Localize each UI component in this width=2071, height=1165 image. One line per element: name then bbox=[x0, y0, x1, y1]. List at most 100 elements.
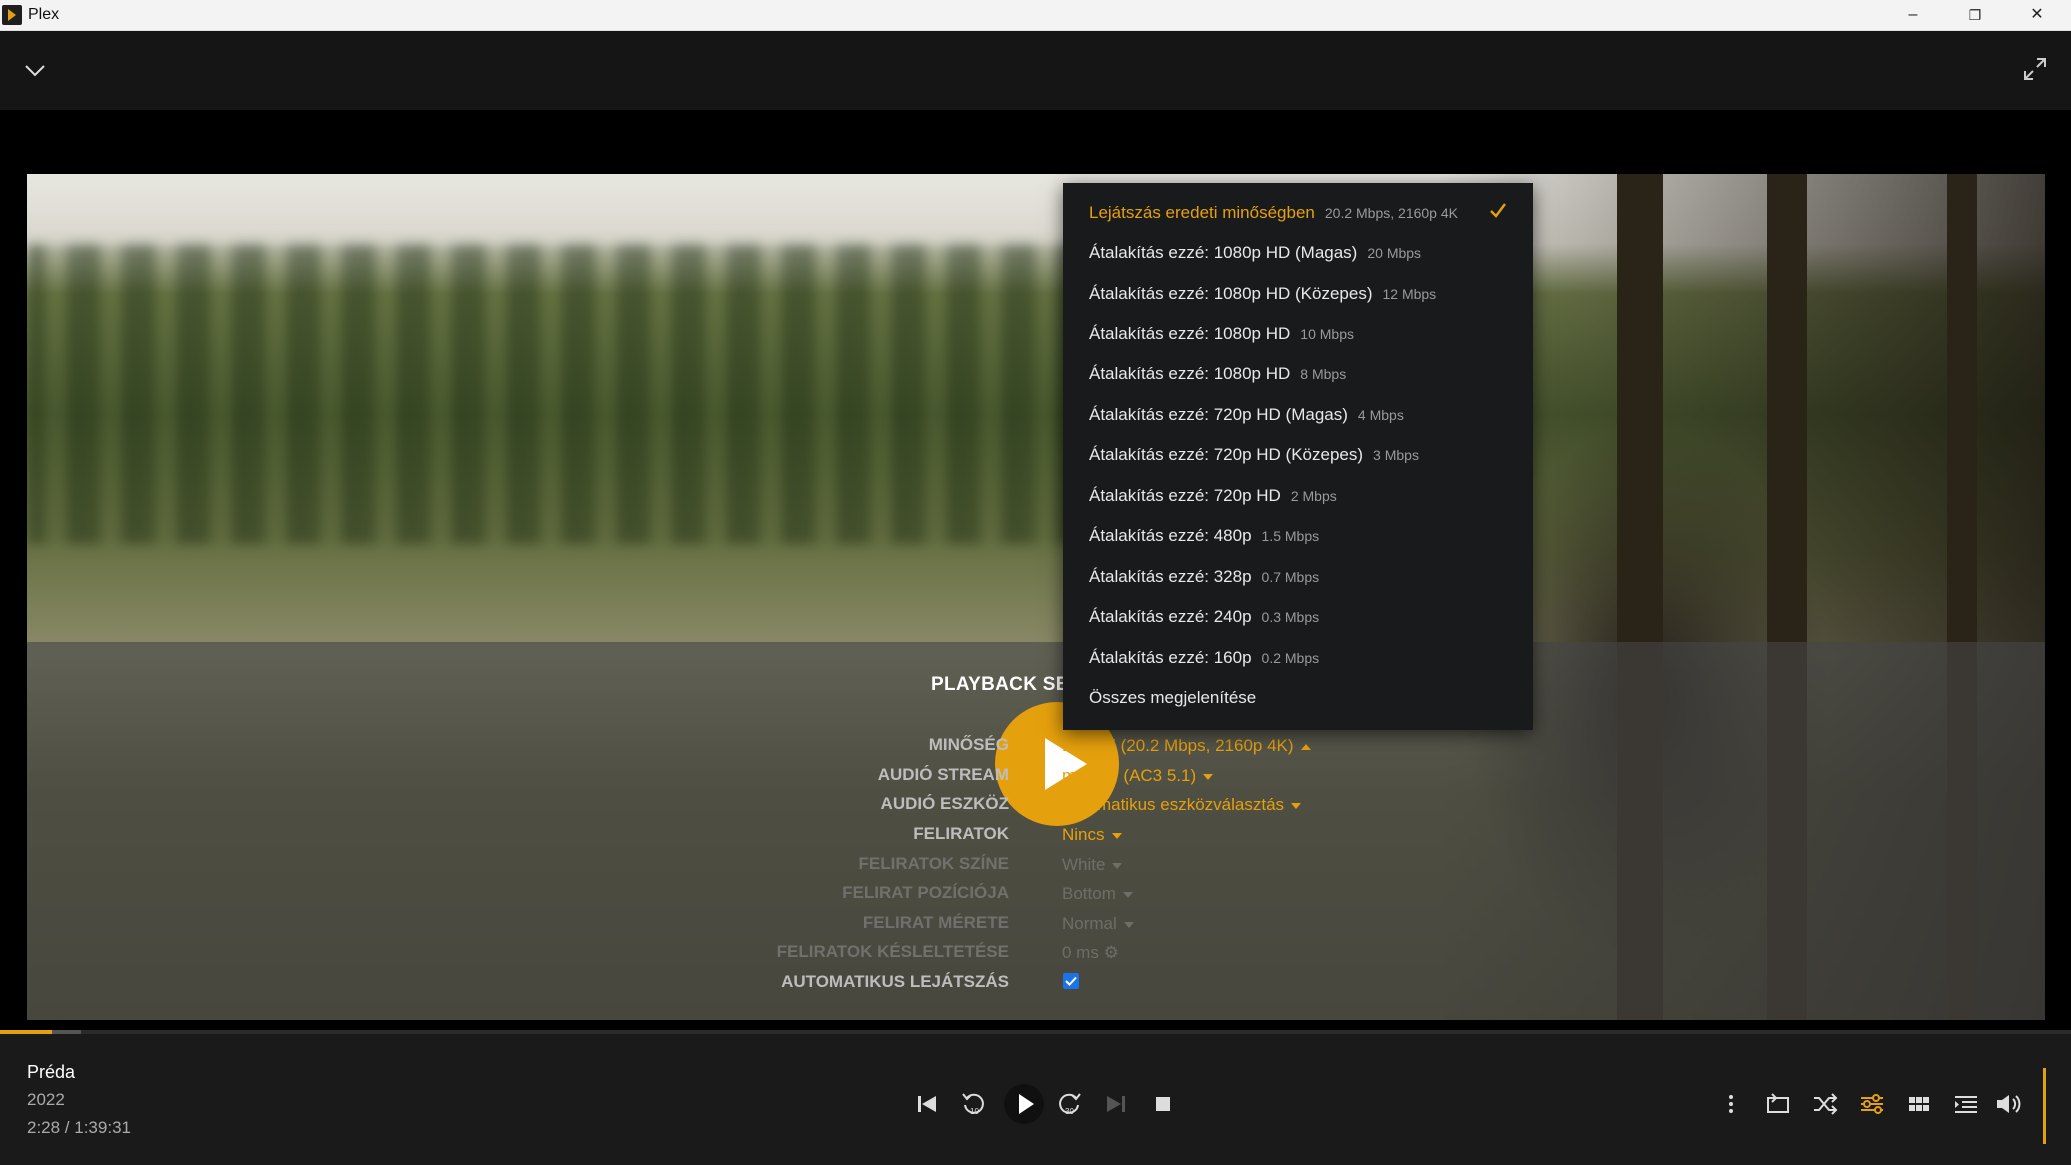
volume-slider[interactable] bbox=[2043, 1068, 2046, 1144]
window-titlebar: Plex – ❐ ✕ bbox=[0, 0, 2071, 31]
audio-device-value: Automatikus eszközválasztás bbox=[1062, 795, 1285, 814]
shuffle-button[interactable] bbox=[1809, 1088, 1841, 1120]
playback-time: 2:28 / 1:39:31 bbox=[27, 1118, 131, 1137]
quality-option-label: Lejátszás eredeti minőségben bbox=[1089, 203, 1315, 222]
forward-30-button[interactable]: 30 bbox=[1053, 1088, 1085, 1120]
restore-button[interactable]: ❐ bbox=[1944, 0, 2006, 30]
quality-option[interactable]: Átalakítás ezzé: 1080p HD 10 Mbps bbox=[1089, 324, 1354, 354]
subtitle-position-dropdown: Bottom bbox=[1062, 884, 1133, 904]
subtitle-position-value: Bottom bbox=[1062, 884, 1116, 903]
subtitle-size-dropdown: Normal bbox=[1062, 914, 1134, 934]
subtitle-delay-text: 0 ms bbox=[1062, 943, 1099, 962]
playback-settings-title: PLAYBACK SE bbox=[931, 674, 1069, 695]
window-title: Plex bbox=[28, 6, 60, 23]
volume-icon bbox=[1997, 1095, 2021, 1113]
quality-option[interactable]: Átalakítás ezzé: 480p 1.5 Mbps bbox=[1089, 526, 1319, 556]
play-button[interactable] bbox=[1004, 1084, 1044, 1124]
svg-text:30: 30 bbox=[1065, 1107, 1074, 1116]
caret-down-icon bbox=[1112, 862, 1123, 869]
caret-down-icon bbox=[1203, 773, 1214, 780]
quality-option-bitrate: 0.2 Mbps bbox=[1261, 650, 1320, 666]
quality-option-label: Átalakítás ezzé: 240p bbox=[1089, 607, 1252, 626]
audio-device-dropdown[interactable]: Automatikus eszközválasztás bbox=[1062, 795, 1302, 815]
quality-option[interactable]: Átalakítás ezzé: 1080p HD 8 Mbps bbox=[1089, 364, 1346, 394]
quality-option[interactable]: Átalakítás ezzé: 240p 0.3 Mbps bbox=[1089, 607, 1319, 637]
audio-stream-label: AUDIÓ STREAM bbox=[877, 765, 1009, 784]
subtitles-label: FELIRATOK bbox=[913, 824, 1009, 843]
audio-stream-dropdown[interactable]: magyar (AC3 5.1) bbox=[1062, 766, 1214, 786]
quality-option[interactable]: Átalakítás ezzé: 1080p HD (Közepes) 12 Mb… bbox=[1089, 284, 1436, 314]
more-options-button[interactable] bbox=[1715, 1088, 1747, 1120]
next-button[interactable] bbox=[1100, 1088, 1132, 1120]
subtitles-value: Nincs bbox=[1062, 825, 1105, 844]
forward-30-icon: 30 bbox=[1059, 1093, 1081, 1116]
quality-option-bitrate: 4 Mbps bbox=[1357, 407, 1404, 423]
quality-option[interactable]: Átalakítás ezzé: 720p HD (Magas) 4 Mbps bbox=[1089, 405, 1404, 435]
collapse-player-button[interactable] bbox=[22, 57, 48, 83]
media-title[interactable]: Préda bbox=[27, 1062, 75, 1083]
subtitles-dropdown[interactable]: Nincs bbox=[1062, 825, 1122, 845]
repeat-button[interactable] bbox=[1762, 1088, 1794, 1120]
quality-option-bitrate: 10 Mbps bbox=[1300, 326, 1354, 342]
media-year: 2022 bbox=[27, 1090, 65, 1109]
player-control-bar: Préda 2022 2:28 / 1:39:31 10 30 bbox=[0, 1034, 2071, 1165]
svg-text:10: 10 bbox=[970, 1107, 979, 1116]
skip-next-icon bbox=[1107, 1096, 1125, 1112]
quality-option[interactable]: Átalakítás ezzé: 160p 0.2 Mbps bbox=[1089, 648, 1319, 678]
plex-logo-icon bbox=[2, 5, 22, 25]
quality-option[interactable]: Átalakítás ezzé: 720p HD (Közepes) 3 Mbps bbox=[1089, 445, 1419, 475]
rewind-10-button[interactable]: 10 bbox=[958, 1088, 990, 1120]
minimize-button[interactable]: – bbox=[1882, 0, 1944, 30]
quality-option-bitrate: 0.3 Mbps bbox=[1261, 609, 1320, 625]
play-queue-button[interactable] bbox=[1950, 1088, 1982, 1120]
quality-option-bitrate: 20.2 Mbps, 2160p 4K bbox=[1324, 205, 1458, 221]
quality-option-label: Átalakítás ezzé: 720p HD (Magas) bbox=[1089, 405, 1348, 424]
quality-option-label: Átalakítás ezzé: 1080p HD (Magas) bbox=[1089, 243, 1358, 262]
sliders-icon bbox=[1861, 1094, 1883, 1114]
volume-button[interactable] bbox=[1992, 1088, 2024, 1120]
quality-option-bitrate: 1.5 Mbps bbox=[1261, 528, 1320, 544]
grid-view-button[interactable] bbox=[1903, 1088, 1935, 1120]
previous-button[interactable] bbox=[911, 1088, 943, 1120]
chevron-down-icon bbox=[25, 65, 45, 77]
quality-option-bitrate: 12 Mbps bbox=[1382, 286, 1437, 302]
replay-10-icon: 10 bbox=[962, 1093, 984, 1116]
subtitle-delay-label: FELIRATOK KÉSLELTETÉSE bbox=[776, 942, 1009, 961]
quality-dropdown[interactable]: Eredeti (20.2 Mbps, 2160p 4K) bbox=[1062, 736, 1311, 756]
stop-button[interactable] bbox=[1147, 1088, 1179, 1120]
subtitle-size-value: Normal bbox=[1062, 914, 1117, 933]
audio-stream-value: magyar (AC3 5.1) bbox=[1062, 766, 1197, 785]
caret-down-icon bbox=[1291, 802, 1302, 809]
caret-down-icon bbox=[1122, 891, 1133, 898]
quality-option-label: Átalakítás ezzé: 1080p HD bbox=[1089, 324, 1291, 343]
playback-settings-button[interactable] bbox=[1856, 1088, 1888, 1120]
quality-option[interactable]: Átalakítás ezzé: 720p HD 2 Mbps bbox=[1089, 486, 1337, 516]
quality-option-bitrate: 20 Mbps bbox=[1367, 245, 1422, 261]
subtitle-color-label: FELIRATOK SZÍNE bbox=[858, 854, 1010, 873]
quality-option[interactable]: Átalakítás ezzé: 328p 0.7 Mbps bbox=[1089, 567, 1319, 597]
check-icon bbox=[1490, 203, 1506, 218]
checkmark-icon bbox=[1065, 976, 1077, 986]
more-vertical-icon bbox=[1729, 1095, 1733, 1113]
quality-menu: Lejátszás eredeti minőségben 20.2 Mbps, 2… bbox=[1063, 183, 1533, 730]
close-button[interactable]: ✕ bbox=[2006, 0, 2068, 30]
quality-option[interactable]: Átalakítás ezzé: 1080p HD (Magas) 20 Mbps bbox=[1089, 243, 1421, 273]
quality-option[interactable]: Lejátszás eredeti minőségben 20.2 Mbps, 2… bbox=[1089, 203, 1458, 233]
play-icon bbox=[1019, 1094, 1034, 1114]
video-frame[interactable] bbox=[27, 174, 2045, 1020]
autoplay-checkbox[interactable] bbox=[1063, 973, 1079, 989]
audio-device-label: AUDIÓ ESZKÖZ bbox=[880, 794, 1009, 813]
subtitle-color-value: White bbox=[1062, 855, 1106, 874]
subtitle-color-dropdown: White bbox=[1062, 855, 1123, 875]
fullscreen-button[interactable] bbox=[2021, 55, 2049, 83]
quality-option-label: Átalakítás ezzé: 720p HD bbox=[1089, 486, 1281, 505]
quality-label: MINŐSÉG bbox=[928, 735, 1009, 754]
expand-icon bbox=[2024, 58, 2046, 80]
show-all-option[interactable]: Összes megjelenítése bbox=[1089, 688, 1256, 718]
stop-icon bbox=[1156, 1097, 1170, 1111]
subtitle-position-label: FELIRAT POZÍCIÓJA bbox=[842, 883, 1009, 902]
quality-option-bitrate: 3 Mbps bbox=[1373, 447, 1419, 463]
quality-option-bitrate: 8 Mbps bbox=[1300, 366, 1347, 382]
skip-previous-icon bbox=[918, 1096, 936, 1112]
quality-option-label: Átalakítás ezzé: 480p bbox=[1089, 526, 1252, 545]
